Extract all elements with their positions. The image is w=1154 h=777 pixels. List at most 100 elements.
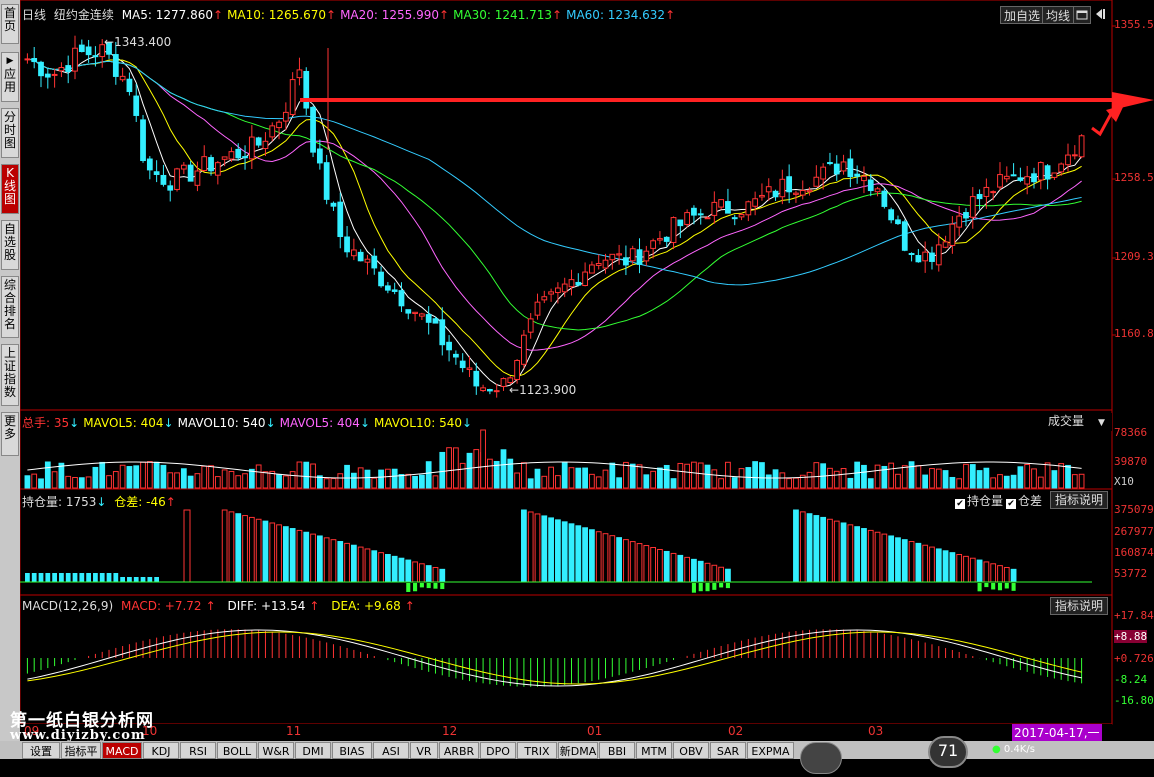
sidebar-item-watchlist[interactable]: 自选股 bbox=[1, 220, 19, 270]
price-tick: 1209.38 bbox=[1114, 250, 1154, 263]
tab-vr[interactable]: VR bbox=[410, 742, 438, 759]
candle-body bbox=[235, 148, 242, 159]
tab-kdj[interactable]: KDJ bbox=[143, 742, 179, 759]
sidebar-item-apps[interactable]: ▶ 应用 bbox=[1, 52, 19, 102]
arrow-down-icon: ↓ bbox=[96, 495, 107, 509]
oi-diff-bar bbox=[977, 583, 982, 592]
volume-dropdown[interactable]: 成交量 ▼ bbox=[1020, 413, 1112, 431]
arrow-down-icon: ↓ bbox=[163, 416, 174, 430]
candle-body bbox=[657, 238, 663, 241]
tab-dpo[interactable]: DPO bbox=[480, 742, 516, 759]
candle-body bbox=[269, 125, 276, 138]
volume-bar bbox=[718, 478, 725, 489]
oi-bar bbox=[113, 573, 119, 582]
oi-bar bbox=[221, 509, 228, 583]
sidebar-item-home[interactable]: 首页 bbox=[1, 4, 19, 44]
candle-body bbox=[160, 174, 167, 185]
tab-[interactable]: 指标平台 bbox=[61, 742, 101, 775]
sidebar-item-intraday[interactable]: 分时图 bbox=[1, 108, 19, 158]
tab-bias[interactable]: BIAS bbox=[332, 742, 372, 759]
candle-body bbox=[255, 137, 262, 146]
candle-body bbox=[711, 201, 718, 216]
candle-body bbox=[44, 73, 51, 78]
oi-bar bbox=[521, 509, 527, 583]
tab-macd[interactable]: MACD bbox=[102, 742, 142, 759]
tab-asi[interactable]: ASI bbox=[373, 742, 409, 759]
candle-body bbox=[589, 264, 595, 274]
volume-bar bbox=[208, 465, 214, 489]
oi-diff-bar bbox=[725, 583, 730, 589]
candle-body bbox=[990, 191, 997, 194]
oi-bar bbox=[684, 556, 691, 583]
candle-body bbox=[745, 201, 752, 216]
oi-bar bbox=[922, 544, 929, 583]
macd-help-button[interactable]: 指标说明 bbox=[1050, 597, 1109, 615]
candle-body bbox=[684, 212, 691, 225]
period-label: 日线 bbox=[22, 8, 47, 22]
oi-bar bbox=[303, 531, 310, 583]
tab-rsi[interactable]: RSI bbox=[180, 742, 216, 759]
tab-bbi[interactable]: BBI bbox=[599, 742, 635, 759]
candle-body bbox=[949, 223, 956, 246]
oi-bar bbox=[133, 577, 139, 582]
tab-arbr[interactable]: ARBR bbox=[439, 742, 479, 759]
sidebar-item-more[interactable]: 更多 bbox=[1, 412, 19, 456]
exit-icon[interactable] bbox=[1093, 6, 1111, 24]
volume-bar bbox=[1071, 474, 1078, 489]
tab-obv[interactable]: OBV bbox=[673, 742, 709, 759]
candle-body bbox=[636, 249, 643, 265]
tab-trix[interactable]: TRIX bbox=[517, 742, 557, 759]
candle-body bbox=[718, 199, 725, 208]
tab-dma[interactable]: 新DMA bbox=[558, 742, 598, 759]
oi-tick: 53772 bbox=[1114, 567, 1148, 580]
oi-diff-checkbox[interactable]: ✔ 仓差 bbox=[1006, 492, 1042, 509]
ma-line bbox=[27, 58, 1082, 286]
volume-legend-item: MAVOL5: 404 bbox=[279, 416, 360, 430]
candle-body bbox=[623, 257, 629, 266]
candle-body bbox=[398, 290, 405, 307]
oi-bar bbox=[963, 555, 969, 583]
oi-bar bbox=[602, 533, 609, 583]
tab-[interactable]: 设置 bbox=[22, 742, 60, 759]
candle-body bbox=[92, 55, 99, 58]
oi-bar bbox=[99, 573, 105, 582]
candle-body bbox=[725, 201, 731, 214]
status-badge[interactable]: 71 bbox=[928, 736, 968, 768]
oi-diff-bar bbox=[698, 583, 703, 592]
oi-help-button[interactable]: 指标说明 bbox=[1050, 491, 1109, 509]
oi-bar bbox=[609, 535, 616, 583]
sidebar-item-ranking[interactable]: 综合排名 bbox=[1, 276, 19, 338]
oi-bar bbox=[378, 552, 384, 583]
volume-bar bbox=[731, 477, 738, 489]
volume-bar bbox=[133, 465, 140, 489]
chevron-down-icon: ▼ bbox=[1098, 418, 1105, 428]
oi-checkbox[interactable]: ✔ 持仓量 bbox=[955, 492, 1003, 509]
tab-dmi[interactable]: DMI bbox=[295, 742, 331, 759]
macd-value: MACD: +7.72 ↑ bbox=[120, 599, 216, 613]
search-icon[interactable] bbox=[800, 742, 842, 774]
sidebar-item-sh-index[interactable]: 上证指数 bbox=[1, 344, 19, 406]
oi-bar bbox=[813, 515, 820, 583]
candle-body bbox=[330, 202, 337, 207]
avg-line-button[interactable]: 均线 bbox=[1042, 6, 1075, 24]
volume-bar bbox=[446, 447, 452, 489]
tab-boll[interactable]: BOLL bbox=[217, 742, 257, 759]
kline-chart[interactable] bbox=[0, 0, 1154, 759]
volume-bar bbox=[827, 467, 833, 489]
window-icon[interactable] bbox=[1073, 6, 1091, 24]
candle-body bbox=[473, 370, 480, 387]
candle-body bbox=[582, 271, 588, 286]
tab-wr[interactable]: W&R bbox=[258, 742, 294, 759]
candle-body bbox=[895, 219, 901, 225]
candle-body bbox=[786, 176, 793, 193]
oi-bar bbox=[120, 577, 125, 582]
add-watch-button[interactable]: 加自选 bbox=[1000, 6, 1045, 24]
oi-bar bbox=[412, 561, 418, 583]
oi-bar bbox=[357, 546, 364, 583]
tab-expma[interactable]: EXPMA bbox=[747, 742, 794, 759]
candle-body bbox=[425, 314, 432, 323]
tab-mtm[interactable]: MTM bbox=[636, 742, 672, 759]
volume-bar bbox=[180, 468, 187, 489]
tab-sar[interactable]: SAR bbox=[710, 742, 746, 759]
sidebar-item-kline[interactable]: K线图 bbox=[1, 164, 19, 214]
